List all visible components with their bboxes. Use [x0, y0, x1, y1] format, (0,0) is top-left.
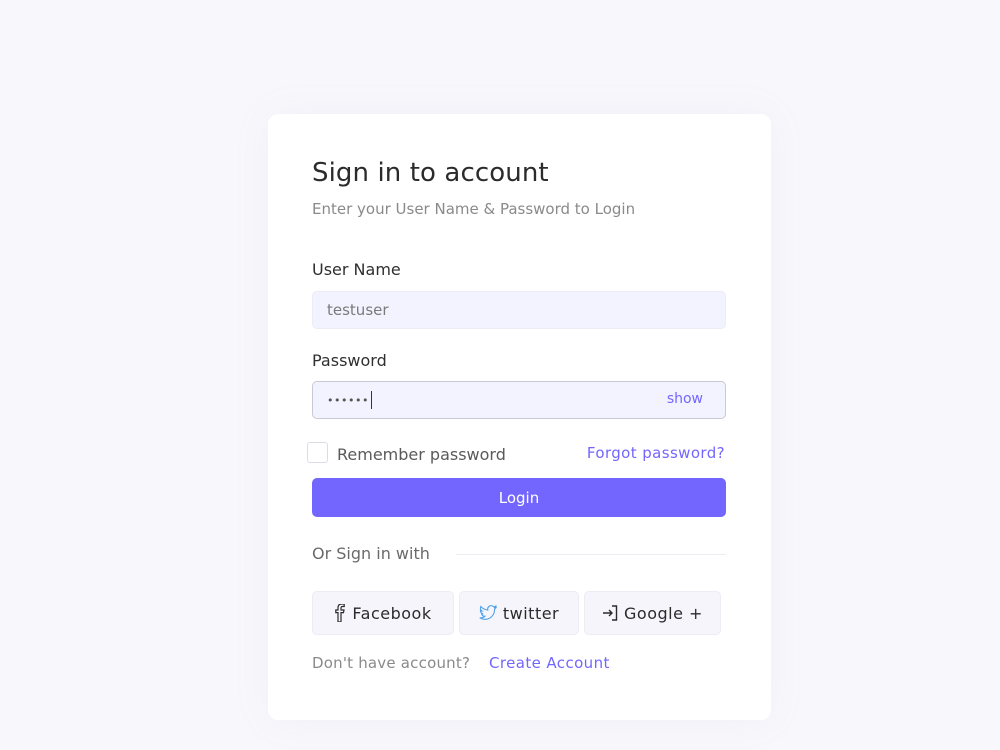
facebook-label: Facebook [352, 603, 432, 623]
create-account-link[interactable]: Create Account [489, 654, 610, 672]
sign-in-icon [602, 605, 618, 621]
username-label: User Name [312, 260, 401, 279]
password-input[interactable]: •••••• show [312, 381, 726, 419]
forgot-password-link[interactable]: Forgot password? [587, 444, 725, 462]
twitter-button[interactable]: twitter [459, 591, 579, 635]
login-button[interactable]: Login [312, 478, 726, 517]
no-account-text: Don't have account? [312, 654, 471, 672]
show-password-toggle[interactable]: show [667, 391, 703, 407]
twitter-label: twitter [502, 603, 560, 623]
password-value: •••••• [327, 393, 369, 407]
page-title: Sign in to account [312, 158, 549, 188]
divider [456, 554, 726, 555]
username-input[interactable]: testuser [312, 291, 726, 329]
password-label: Password [312, 351, 387, 370]
remember-label[interactable]: Remember password [337, 445, 506, 464]
facebook-icon [334, 604, 346, 622]
twitter-icon [479, 605, 497, 621]
remember-checkbox[interactable] [307, 442, 328, 463]
page-subtitle: Enter your User Name & Password to Login [312, 200, 636, 218]
or-sign-in-label: Or Sign in with [312, 544, 430, 563]
login-card: Sign in to account Enter your User Name … [268, 114, 771, 720]
google-button[interactable]: Google + [584, 591, 721, 635]
username-value: testuser [327, 301, 389, 319]
facebook-button[interactable]: Facebook [312, 591, 454, 635]
text-caret [370, 391, 372, 409]
google-label: Google + [624, 603, 703, 623]
